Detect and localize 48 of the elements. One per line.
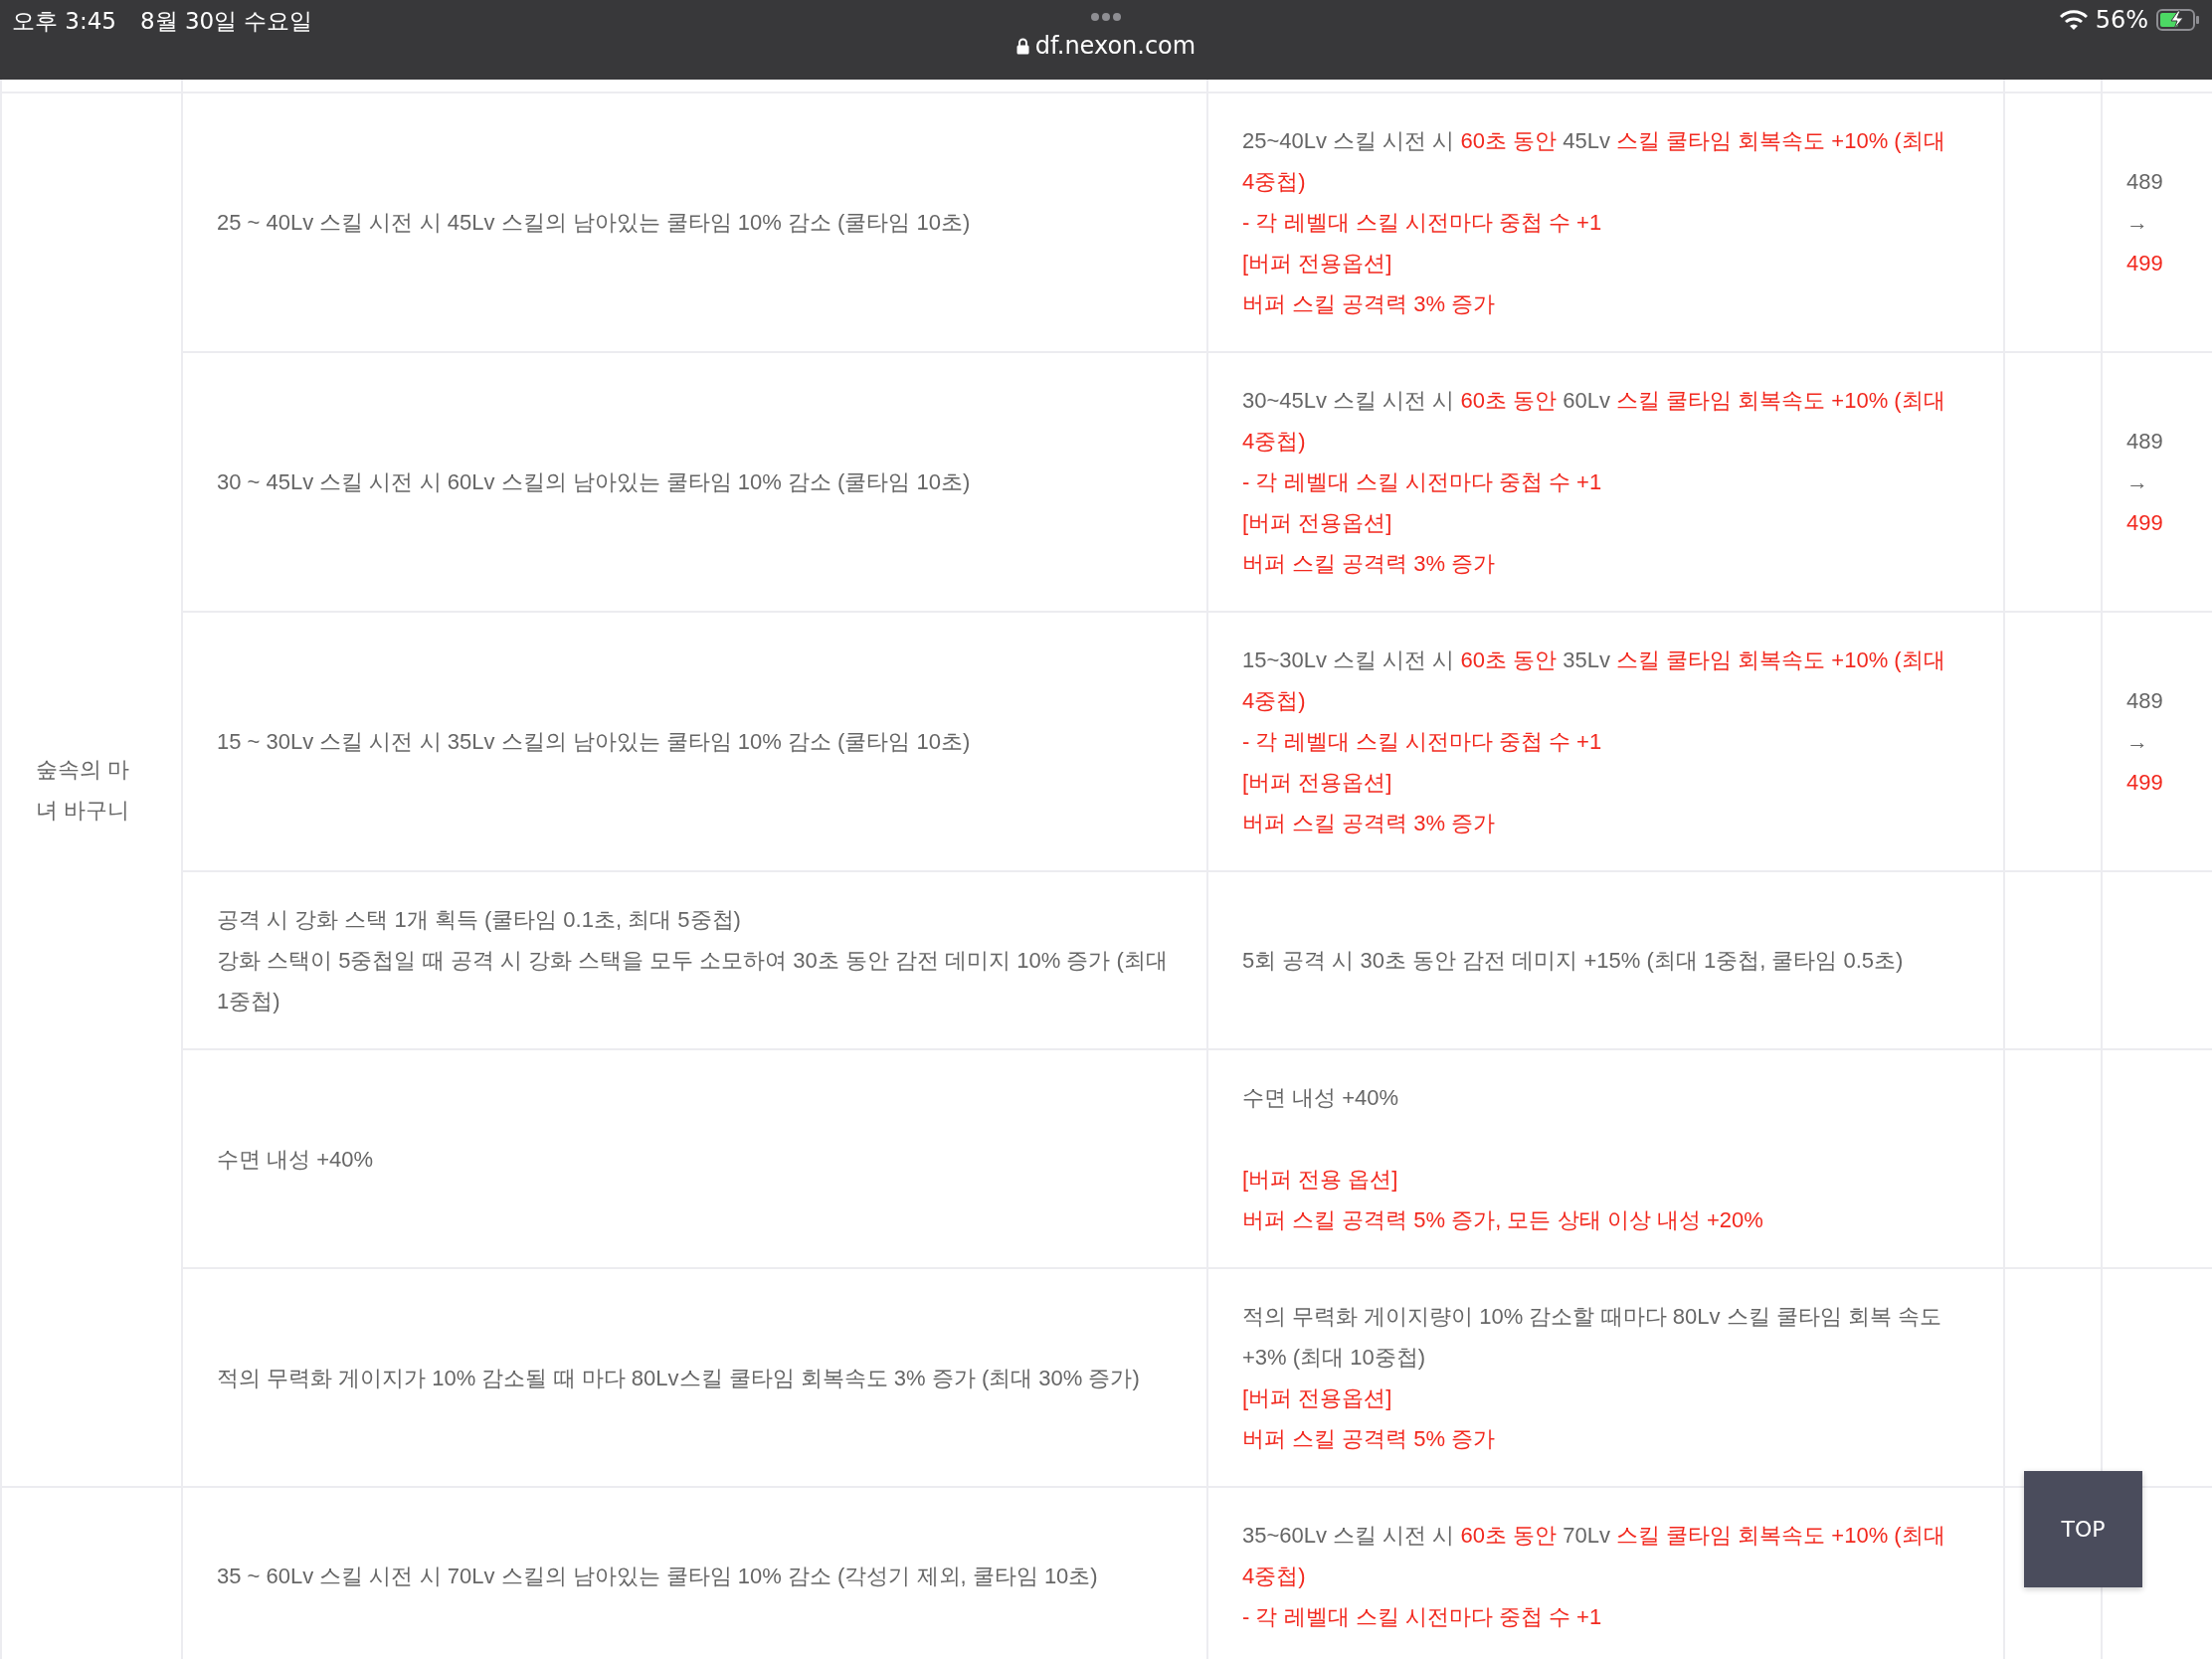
before-effect-text: 15 ~ 30Lv 스킬 시전 시 35Lv 스킬의 남아있는 쿨타임 10% 감소 (쿨타임 10초) (217, 728, 972, 756)
after-effect-text: [버퍼 전용 옵션] (1242, 1166, 1399, 1194)
after-effect-text: - 각 레벨대 스킬 시전마다 중첩 수 +1 (1242, 468, 1603, 496)
before-effect-text: 25 ~ 40Lv 스킬 시전 시 45Lv 스킬의 남아있는 쿨타임 10% 감소 (쿨타임 10초) (217, 209, 972, 237)
arrow-text: → (2126, 209, 2149, 237)
battery-percent: 56% (2095, 6, 2148, 34)
after-effect-text: [버퍼 전용옵션] (1242, 769, 1393, 797)
lock-icon (1015, 37, 1029, 55)
after-effect-text: 버퍼 스킬 공격력 5% 증가 (1242, 1425, 1497, 1453)
after-effect-text: - 각 레벨대 스킬 시전마다 중첩 수 +1 (1242, 1603, 1603, 1631)
more-dots-icon[interactable] (1090, 12, 1122, 22)
after-effect-text: 버퍼 스킬 공격력 3% 증가 (1242, 810, 1497, 837)
arrow-text: → (2126, 728, 2149, 756)
after-effect-text: 수면 내성 +40% (1242, 1084, 1400, 1112)
after-effect-text: 30~45Lv 스킬 시전 시 60초 동안 60Lv 스킬 쿨타임 회복속도 +10% (최대 4중첩) (1242, 387, 1946, 456)
before-effect-text: 30 ~ 45Lv 스킬 시전 시 60Lv 스킬의 남아있는 쿨타임 10% 감소 (쿨타임 10초) (217, 468, 972, 496)
after-effect-text: 버퍼 스킬 공격력 3% 증가 (1242, 290, 1497, 318)
after-effect-text: 적의 무력화 게이지량이 10% 감소할 때마다 80Lv 스킬 쿨타임 회복 속도 +3% (최대 10중첩) (1242, 1303, 1942, 1372)
old-value: 489 (2126, 687, 2164, 715)
after-effect-text: [버퍼 전용옵션] (1242, 250, 1393, 277)
item-name: 숲속의 마녀 바구니 (36, 756, 131, 825)
before-effect-text: 강화 스택이 5중첩일 때 공격 시 강화 스택을 모두 소모하여 30초 동안 감전 데미지 10% 증가 (최대 1중첩) (217, 947, 1169, 1015)
arrow-text: → (2126, 468, 2149, 496)
before-effect-text: 35 ~ 60Lv 스킬 시전 시 70Lv 스킬의 남아있는 쿨타임 10% 감소 (각성기 제외, 쿨타임 10초) (217, 1563, 1099, 1590)
before-effect-text: 수면 내성 +40% (217, 1145, 375, 1174)
after-effect-text: 25~40Lv 스킬 시전 시 60초 동안 45Lv 스킬 쿨타임 회복속도 +10% (최대 4중첩) (1242, 127, 1946, 196)
before-effect-text: 공격 시 강화 스택 1개 획득 (쿨타임 0.1초, 최대 5중첩) (217, 906, 742, 934)
after-effect-text: 35~60Lv 스킬 시전 시 60초 동안 70Lv 스킬 쿨타임 회복속도 +10% (최대 4중첩) (1242, 1522, 1946, 1590)
status-date: 8월 30일 수요일 (139, 7, 313, 36)
after-effect-text: 15~30Lv 스킬 시전 시 60초 동안 35Lv 스킬 쿨타임 회복속도 +10% (최대 4중첩) (1242, 646, 1946, 715)
new-value: 499 (2126, 250, 2164, 277)
scroll-top-button[interactable]: TOP (2024, 1471, 2142, 1587)
after-effect-text: 버퍼 스킬 공격력 3% 증가 (1242, 550, 1497, 578)
after-effect-text: - 각 레벨대 스킬 시전마다 중첩 수 +1 (1242, 209, 1603, 237)
status-time: 오후 3:45 (12, 7, 116, 36)
before-effect-text: 적의 무력화 게이지가 10% 감소될 때 마다 80Lv스킬 쿨타임 회복속도 3% 증가 (최대 30% 증가) (217, 1364, 1141, 1392)
after-effect-text: 버퍼 스킬 공격력 5% 증가, 모든 상태 이상 내성 +20% (1242, 1206, 1764, 1234)
battery-charging-icon (2156, 9, 2200, 31)
after-effect-text: [버퍼 전용옵션] (1242, 509, 1393, 537)
old-value: 489 (2126, 168, 2164, 196)
after-effect-text: - 각 레벨대 스킬 시전마다 중첩 수 +1 (1242, 728, 1603, 756)
after-effect-text: [버퍼 전용옵션] (1242, 1384, 1393, 1412)
old-value: 489 (2126, 428, 2164, 456)
url-text[interactable]: df.nexon.com (1034, 32, 1197, 60)
new-value: 499 (2126, 509, 2164, 537)
after-effect-text: 5회 공격 시 30초 동안 감전 데미지 +15% (최대 1중첩, 쿨타임 0.5초) (1242, 947, 1905, 975)
wifi-icon (2059, 9, 2088, 31)
new-value: 499 (2126, 769, 2164, 797)
